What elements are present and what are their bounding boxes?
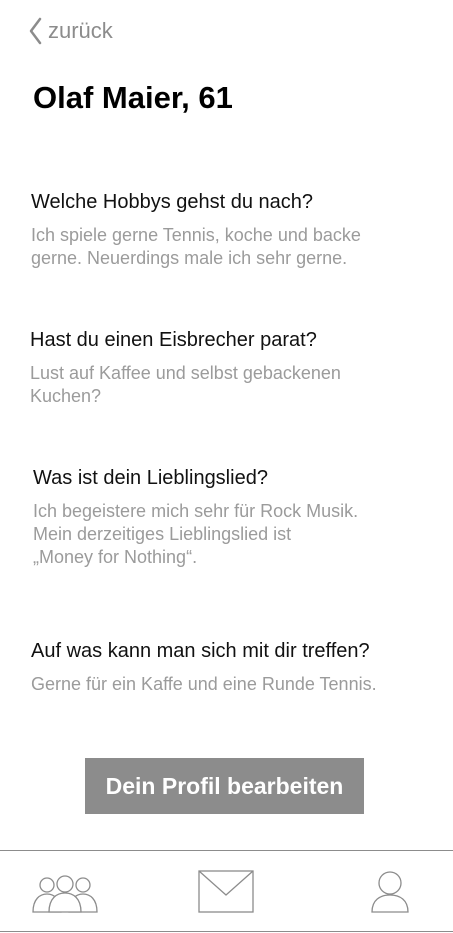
answer-line: Ich spiele gerne Tennis, koche und backe bbox=[31, 225, 361, 245]
answer-text: Gerne für ein Kaffe und eine Runde Tenni… bbox=[31, 673, 431, 696]
answer-text: Ich begeistere mich sehr für Rock Musik.… bbox=[33, 500, 433, 569]
group-icon bbox=[32, 875, 98, 913]
question-block-lieblingslied: Was ist dein Lieblingslied? Ich begeiste… bbox=[33, 466, 433, 569]
question-block-hobbys: Welche Hobbys gehst du nach? Ich spiele … bbox=[31, 190, 431, 270]
answer-line: Ich begeistere mich sehr für Rock Musik. bbox=[33, 501, 359, 521]
chevron-left-icon bbox=[28, 17, 42, 45]
answer-line: „Money for Nothing“. bbox=[33, 547, 198, 567]
answer-line: Mein derzeitiges Lieblingslied ist bbox=[33, 524, 292, 544]
question-block-treffen: Auf was kann man sich mit dir treffen? G… bbox=[31, 639, 431, 696]
question-text: Welche Hobbys gehst du nach? bbox=[31, 191, 314, 213]
question-text: Hast du einen Eisbrecher parat? bbox=[30, 329, 317, 351]
mail-icon bbox=[198, 870, 254, 914]
answer-line: Gerne für ein Kaffe und eine Runde Tenni… bbox=[31, 674, 377, 694]
answer-line: gerne. Neuerdings male ich sehr gerne. bbox=[31, 248, 348, 268]
back-button[interactable]: zurück bbox=[28, 16, 113, 46]
answer-line: Kuchen? bbox=[30, 386, 102, 406]
question-text: Was ist dein Lieblingslied? bbox=[33, 467, 268, 489]
page-title: Olaf Maier, 61 bbox=[33, 80, 233, 115]
edit-profile-button[interactable]: Dein Profil bearbeiten bbox=[85, 758, 364, 814]
nav-item-community[interactable] bbox=[32, 875, 98, 913]
nav-item-profile[interactable] bbox=[370, 871, 410, 913]
user-icon bbox=[370, 871, 410, 913]
bottom-navigation bbox=[0, 850, 453, 933]
back-label: zurück bbox=[48, 18, 113, 43]
answer-text: Ich spiele gerne Tennis, koche und backe… bbox=[31, 224, 431, 270]
answer-line: Lust auf Kaffee und selbst gebackenen bbox=[30, 363, 341, 383]
question-text: Auf was kann man sich mit dir treffen? bbox=[31, 640, 370, 662]
answer-text: Lust auf Kaffee und selbst gebackenen Ku… bbox=[30, 362, 430, 408]
question-block-eisbrecher: Hast du einen Eisbrecher parat? Lust auf… bbox=[30, 328, 430, 408]
nav-item-messages[interactable] bbox=[198, 870, 254, 914]
